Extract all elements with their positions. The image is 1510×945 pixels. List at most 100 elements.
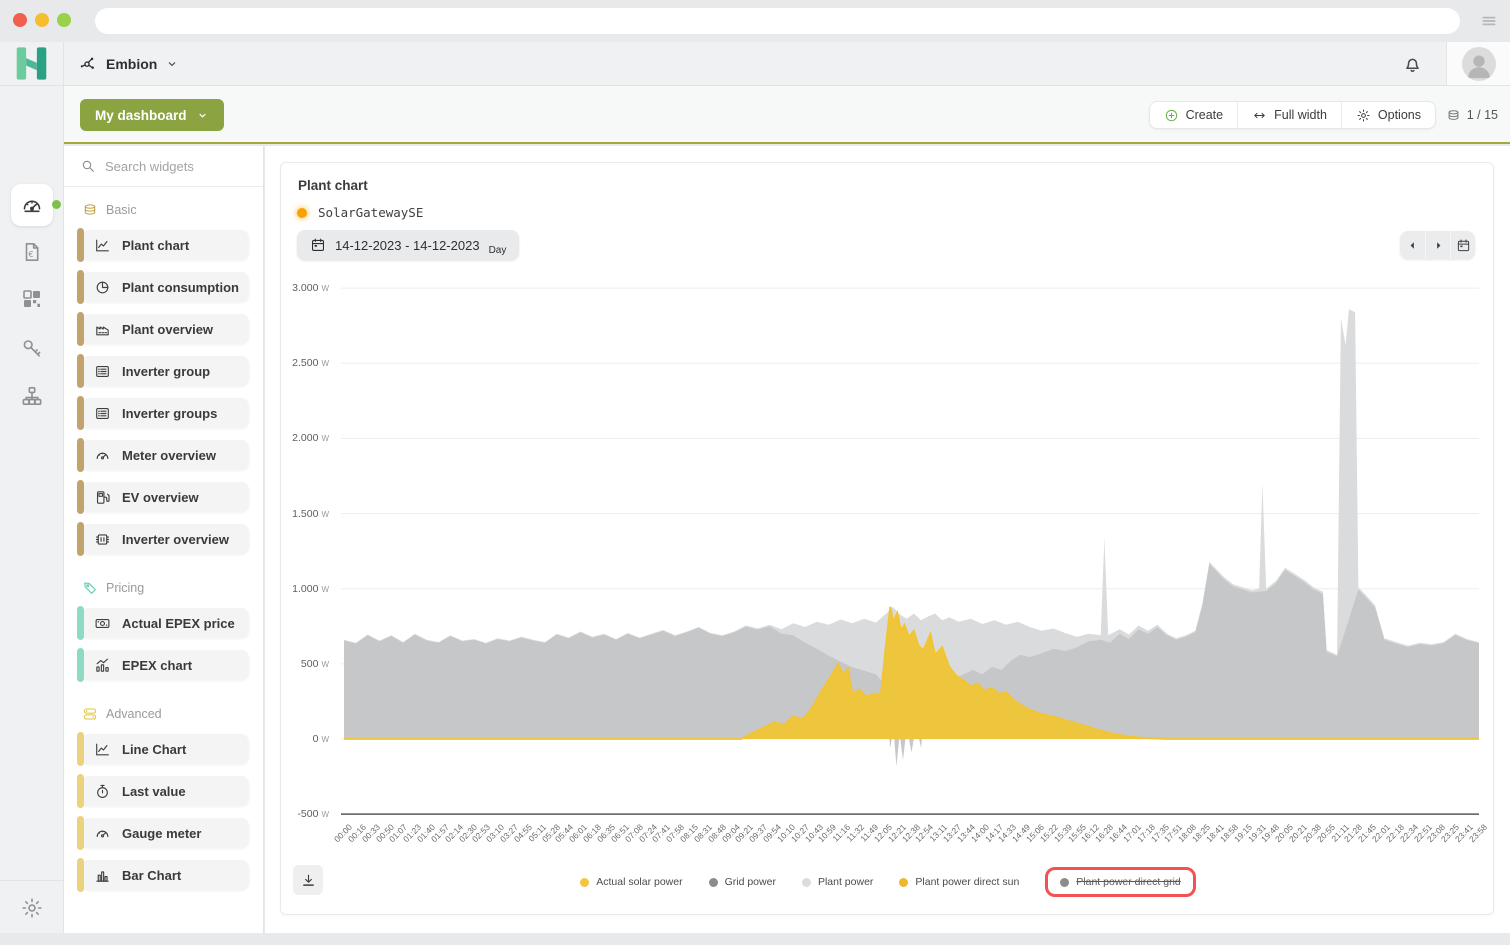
dashboard-selector-button[interactable]: My dashboard [80, 99, 224, 131]
main-area: Plant chart SolarGatewaySE 14-12-2023 - … [265, 146, 1510, 933]
window-close-button[interactable] [13, 13, 27, 27]
user-menu[interactable] [1446, 42, 1510, 85]
sidebar-item-access-keys[interactable] [11, 327, 53, 369]
legend-label: Actual solar power [596, 876, 682, 888]
window-minimize-button[interactable] [35, 13, 49, 27]
widget-card-plant-consumption[interactable]: Plant consumption [81, 272, 249, 302]
widget-card-bar-chart[interactable]: Bar Chart [81, 860, 249, 890]
notifications-bell-icon[interactable] [1401, 52, 1424, 75]
nav-rail-divider [0, 880, 63, 881]
chevron-down-icon [165, 57, 179, 71]
address-bar[interactable] [95, 8, 1460, 34]
search-icon [80, 158, 96, 174]
widget-card-plant-overview[interactable]: Plant overview [81, 314, 249, 344]
x-axis-labels: 00:0000:1600:3300:5001:0701:2301:4001:57… [281, 818, 1495, 860]
section-label: Pricing [106, 581, 144, 595]
stopwatch-icon [94, 783, 111, 800]
legend-dot [709, 878, 718, 887]
widget-card-epex-chart[interactable]: EPEX chart [81, 650, 249, 680]
chart-line-icon [94, 237, 111, 254]
search-input[interactable] [105, 159, 249, 174]
device-row: SolarGatewaySE [297, 205, 423, 220]
legend-item-actual-solar-power[interactable]: Actual solar power [580, 876, 682, 888]
legend-label: Plant power direct sun [915, 876, 1019, 888]
sidebar-item-billing[interactable]: € [11, 231, 53, 273]
ev-charger-icon [94, 489, 111, 506]
widget-card-inverter-overview[interactable]: Inverter overview [81, 524, 249, 554]
workspace-switcher[interactable]: Embion [78, 42, 179, 85]
chart-legend: Actual solar power Grid power Plant power P… [281, 861, 1495, 903]
workspace-icon [78, 54, 98, 74]
legend-item-plant-power-direct-sun[interactable]: Plant power direct sun [899, 876, 1019, 888]
widget-card-inverter-groups[interactable]: Inverter groups [81, 398, 249, 428]
app-window: Embion € My dashboard Create Full width [0, 0, 1510, 945]
widget-card-label: Meter overview [122, 448, 216, 463]
window-menu-icon[interactable] [1480, 12, 1498, 30]
date-range-picker[interactable]: 14-12-2023 - 14-12-2023 Day [297, 230, 519, 260]
meter-icon [94, 825, 111, 842]
widget-search-row [64, 146, 263, 187]
widget-card-plant-chart[interactable]: Plant chart [81, 230, 249, 260]
factory-icon [94, 321, 111, 338]
app-logo[interactable] [0, 42, 64, 85]
previous-period-button[interactable] [1400, 231, 1425, 259]
sidebar-item-widgets[interactable] [11, 278, 53, 320]
legend-dot [899, 878, 908, 887]
create-button[interactable]: Create [1150, 102, 1238, 128]
widget-card-label: Plant consumption [122, 280, 239, 295]
tag-icon [82, 580, 98, 596]
plus-circle-icon [1164, 108, 1179, 123]
widget-card-label: Bar Chart [122, 868, 181, 883]
svg-text:€: € [28, 250, 33, 259]
calendar-button[interactable] [1450, 231, 1475, 259]
widget-card-label: EPEX chart [122, 658, 192, 673]
widget-card-gauge-meter[interactable]: Gauge meter [81, 818, 249, 848]
legend-dot [1060, 878, 1069, 887]
active-indicator-dot [52, 200, 61, 209]
widget-card-label: Line Chart [122, 742, 186, 757]
options-button[interactable]: Options [1341, 102, 1435, 128]
section-header-basic: Basic [82, 202, 263, 218]
pie-chart-icon [94, 279, 111, 296]
date-nav-group [1400, 231, 1475, 259]
arrows-horizontal-icon [1252, 108, 1267, 123]
settings-gear-icon[interactable] [20, 896, 44, 920]
legend-dot [580, 878, 589, 887]
sidebar-item-structure[interactable] [11, 375, 53, 417]
widget-card-inverter-group[interactable]: Inverter group [81, 356, 249, 386]
full-width-button[interactable]: Full width [1237, 102, 1341, 128]
app-header: Embion [0, 42, 1510, 86]
legend-item-grid-power[interactable]: Grid power [709, 876, 776, 888]
plant-chart-widget: Plant chart SolarGatewaySE 14-12-2023 - … [280, 162, 1494, 915]
legend-item-plant-power-direct-grid[interactable]: Plant power direct grid [1045, 867, 1195, 897]
legend-dot [802, 878, 811, 887]
banknote-icon [94, 615, 111, 632]
widget-card-meter-overview[interactable]: Meter overview [81, 440, 249, 470]
chart-line-icon [94, 741, 111, 758]
widget-card-label: EV overview [122, 490, 199, 505]
dashboard-controls: Create Full width Options [1149, 101, 1436, 129]
sidebar-item-dashboards[interactable] [11, 184, 53, 226]
widget-card-label: Plant overview [122, 322, 213, 337]
dashboard-title: My dashboard [95, 108, 187, 123]
next-period-button[interactable] [1425, 231, 1450, 259]
create-label: Create [1186, 108, 1224, 122]
widget-card-line-chart[interactable]: Line Chart [81, 734, 249, 764]
window-zoom-button[interactable] [57, 13, 71, 27]
chevron-down-icon [196, 109, 209, 122]
device-status-dot [297, 208, 307, 218]
dashboard-bar: My dashboard Create Full width Options 1… [64, 86, 1510, 144]
widget-card-actual-epex-price[interactable]: Actual EPEX price [81, 608, 249, 638]
legend-item-plant-power[interactable]: Plant power [802, 876, 873, 888]
meter-icon [94, 447, 111, 464]
calendar-icon [310, 237, 326, 253]
window-titlebar [0, 0, 1510, 42]
widget-card-ev-overview[interactable]: EV overview [81, 482, 249, 512]
legend-label: Grid power [725, 876, 776, 888]
plant-chart-plot[interactable] [281, 273, 1495, 833]
widget-card-last-value[interactable]: Last value [81, 776, 249, 806]
pages-indicator[interactable]: 1 / 15 [1446, 101, 1498, 129]
options-label: Options [1378, 108, 1421, 122]
date-range-text: 14-12-2023 - 14-12-2023 [335, 238, 480, 253]
full-width-label: Full width [1274, 108, 1327, 122]
